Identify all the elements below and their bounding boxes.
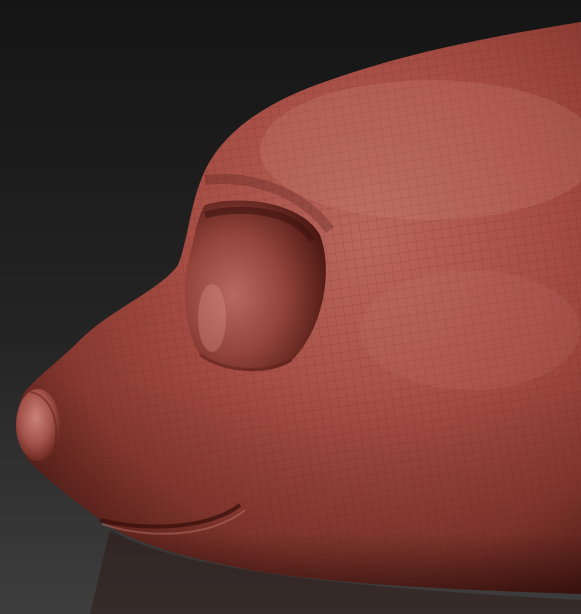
nose-tip <box>16 389 60 461</box>
sculpt-viewport[interactable] <box>0 0 581 614</box>
sculpt-render <box>0 0 581 614</box>
